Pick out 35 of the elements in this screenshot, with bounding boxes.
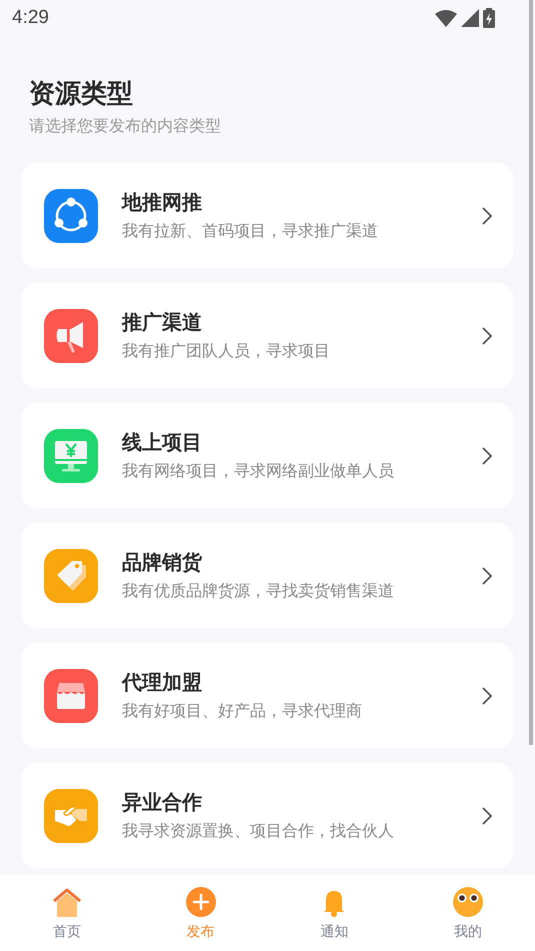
- page-subtitle: 请选择您要发布的内容类型: [29, 116, 222, 137]
- option-card[interactable]: 品牌销货 我有优质品牌货源，寻找卖货销售渠道: [21, 523, 514, 628]
- chevron-right-icon: [482, 686, 492, 704]
- signal-icon: [461, 9, 479, 27]
- option-card[interactable]: 代理加盟 我有好项目、好产品，寻求代理商: [21, 643, 514, 748]
- option-title: 推广渠道: [122, 310, 203, 336]
- tab-label[interactable]: 通知: [320, 921, 348, 941]
- option-description: 我有拉新、首码项目，寻求推广渠道: [122, 222, 379, 242]
- status-time: 4:29: [12, 6, 49, 30]
- chevron-right-icon: [482, 326, 492, 344]
- option-title: 代理加盟: [122, 670, 203, 696]
- option-card[interactable]: 异业合作 我寻求资源置换、项目合作，找合伙人: [21, 763, 514, 868]
- option-description: 我有推广团队人员，寻求项目: [122, 342, 331, 362]
- tab-label[interactable]: 我的: [454, 921, 482, 941]
- plus-circle-icon[interactable]: [184, 885, 218, 919]
- option-title: 线上项目: [122, 430, 203, 456]
- chevron-right-icon: [482, 566, 492, 584]
- chevron-right-icon: [482, 806, 492, 824]
- face-icon[interactable]: [451, 885, 486, 919]
- option-title: 地推网推: [122, 190, 203, 216]
- option-title: 品牌销货: [122, 550, 203, 576]
- option-title: 异业合作: [122, 790, 203, 816]
- option-description: 我寻求资源置换、项目合作，找合伙人: [122, 822, 395, 842]
- wifi-icon: [435, 9, 457, 27]
- option-card[interactable]: 线上项目 我有网络项目，寻求网络副业做单人员: [21, 403, 514, 508]
- option-card[interactable]: 推广渠道 我有推广团队人员，寻求项目: [21, 283, 514, 388]
- option-card[interactable]: 地推网推 我有拉新、首码项目，寻求推广渠道: [21, 163, 514, 268]
- tab-label[interactable]: 首页: [52, 921, 81, 941]
- page-title: 资源类型: [29, 77, 134, 110]
- battery-icon: [483, 8, 495, 28]
- option-description: 我有好项目、好产品，寻求代理商: [122, 702, 363, 722]
- chevron-right-icon: [482, 206, 492, 224]
- chevron-right-icon: [482, 446, 492, 464]
- option-description: 我有网络项目，寻求网络副业做单人员: [122, 462, 395, 482]
- option-description: 我有优质品牌货源，寻找卖货销售渠道: [122, 582, 395, 602]
